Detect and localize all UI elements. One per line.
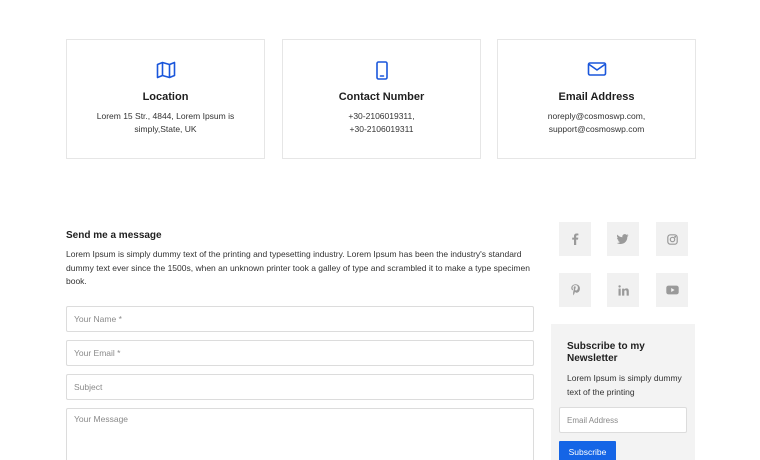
message-textarea[interactable] — [66, 408, 534, 460]
pinterest-icon — [570, 284, 580, 296]
contact-number-card: Contact Number +30-2106019311, +30-21060… — [282, 39, 481, 159]
mobile-phone-icon — [283, 61, 480, 81]
name-input[interactable] — [66, 306, 534, 332]
contact-form-description: Lorem Ipsum is simply dummy text of the … — [66, 249, 530, 286]
linkedin-icon — [617, 284, 629, 296]
newsletter-email-input[interactable] — [559, 407, 687, 433]
youtube-button[interactable] — [656, 273, 688, 307]
newsletter-title: Subscribe to my Newsletter — [567, 341, 645, 364]
linkedin-button[interactable] — [607, 273, 639, 307]
email-address-card: Email Address noreply@cosmoswp.com, supp… — [497, 39, 696, 159]
instagram-button[interactable] — [656, 222, 688, 256]
email-input[interactable] — [66, 340, 534, 366]
twitter-button[interactable] — [607, 222, 639, 256]
twitter-icon — [617, 234, 629, 244]
pinterest-button[interactable] — [559, 273, 591, 307]
card-title: Contact Number — [338, 91, 425, 103]
card-text: simply,State, UK — [134, 124, 197, 134]
location-card: Location Lorem 15 Str., 4844, Lorem Ipsu… — [66, 39, 265, 159]
map-icon — [67, 61, 264, 81]
card-title: Location — [142, 91, 189, 103]
facebook-icon — [572, 233, 579, 245]
subject-input[interactable] — [66, 374, 534, 400]
card-text: +30-2106019311, — [348, 111, 415, 121]
card-text: support@cosmoswp.com — [548, 124, 645, 134]
envelope-icon — [498, 61, 695, 81]
card-text: +30-2106019311 — [349, 124, 414, 134]
subscribe-button[interactable]: Subscribe — [559, 441, 616, 460]
contact-form-title: Send me a message — [66, 230, 162, 241]
newsletter-text: Lorem Ipsum is simply dummy text of the … — [567, 373, 682, 397]
youtube-icon — [665, 285, 679, 295]
card-text: noreply@cosmoswp.com, — [547, 111, 646, 121]
facebook-button[interactable] — [559, 222, 591, 256]
card-text: Lorem 15 Str., 4844, Lorem Ipsum is — [96, 111, 235, 121]
newsletter-panel: Subscribe to my Newsletter Lorem Ipsum i… — [551, 324, 695, 460]
instagram-icon — [666, 233, 678, 245]
card-title: Email Address — [558, 91, 635, 103]
